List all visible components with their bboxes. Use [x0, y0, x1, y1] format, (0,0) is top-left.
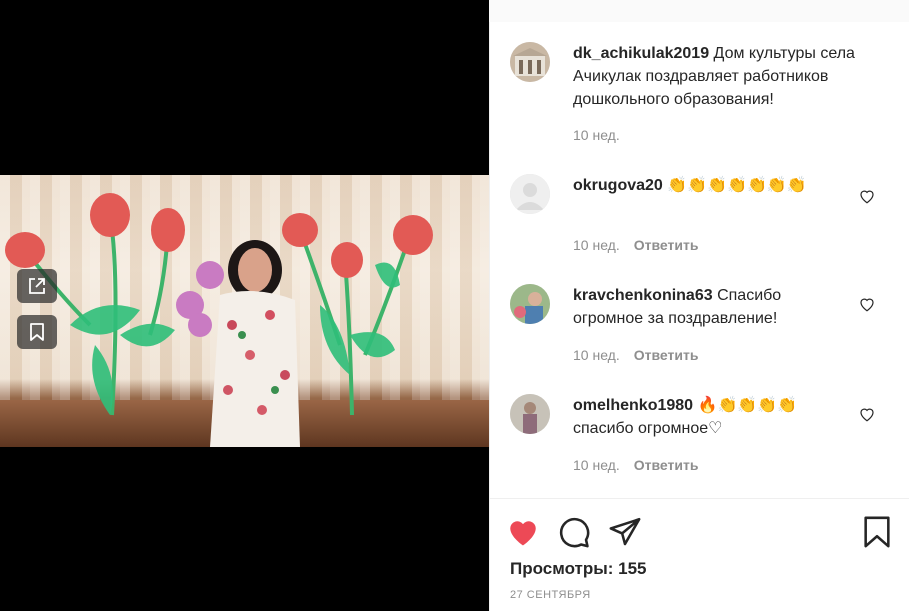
- comment-username[interactable]: omelhenko1980: [573, 397, 693, 414]
- comment-item: kravchenkonina63 Спасибо огромное за поз…: [510, 284, 890, 374]
- reply-button[interactable]: Ответить: [634, 457, 699, 473]
- bookmark-icon: [30, 323, 44, 341]
- user-avatar-image: [510, 394, 550, 434]
- post-author-link[interactable]: dk_achikulak2019: [573, 45, 709, 62]
- post-caption: dk_achikulak2019 Дом культуры села Ачику…: [510, 42, 890, 152]
- user-avatar-image: [510, 284, 550, 324]
- reply-button[interactable]: Ответить: [634, 347, 699, 363]
- comment-time: 10 нед.: [573, 457, 620, 473]
- video-frame[interactable]: [0, 175, 489, 447]
- default-avatar-icon: [510, 174, 550, 214]
- external-link-icon: [29, 278, 45, 294]
- comment-meta: 10 нед. Ответить: [573, 237, 698, 253]
- avatar[interactable]: [510, 394, 550, 434]
- post-date[interactable]: 27 СЕНТЯБРЯ: [510, 589, 591, 601]
- comment-text: 👏👏👏👏👏👏👏: [667, 177, 807, 194]
- share-icon[interactable]: [608, 515, 642, 549]
- post-actions: Просмотры: 155 27 СЕНТЯБРЯ: [490, 498, 909, 611]
- stage-flowers-illustration: [5, 193, 433, 447]
- caption-time: 10 нед.: [573, 127, 620, 143]
- author-avatar-image: [510, 42, 550, 82]
- like-comment-heart-icon[interactable]: [858, 187, 876, 205]
- comment-meta: 10 нед. Ответить: [573, 347, 698, 363]
- comment-username[interactable]: kravchenkonina63: [573, 287, 713, 304]
- avatar[interactable]: [510, 42, 550, 82]
- like-comment-heart-icon[interactable]: [858, 405, 876, 423]
- media-bookmark-button[interactable]: [17, 315, 57, 349]
- comment-item: omelhenko1980 🔥👏👏👏👏 спасибо огромное♡ 10…: [510, 394, 890, 484]
- heart-icon[interactable]: [506, 515, 540, 549]
- open-external-button[interactable]: [17, 269, 57, 303]
- save-icon[interactable]: [860, 515, 894, 549]
- comment-username[interactable]: okrugova20: [573, 177, 663, 194]
- comment-time: 10 нед.: [573, 347, 620, 363]
- avatar[interactable]: [510, 284, 550, 324]
- comment-time: 10 нед.: [573, 237, 620, 253]
- comment-icon[interactable]: [557, 515, 591, 549]
- reply-button[interactable]: Ответить: [634, 237, 699, 253]
- post-side-panel: dk_achikulak2019 Дом культуры села Ачику…: [489, 22, 909, 611]
- post-media[interactable]: [0, 0, 489, 611]
- avatar[interactable]: [510, 174, 550, 214]
- views-count[interactable]: Просмотры: 155: [510, 559, 647, 579]
- comments-list[interactable]: dk_achikulak2019 Дом культуры села Ачику…: [490, 22, 909, 498]
- comment-item: okrugova20 👏👏👏👏👏👏👏 10 нед. Ответить: [510, 174, 890, 264]
- comment-meta: 10 нед. Ответить: [573, 457, 698, 473]
- like-comment-heart-icon[interactable]: [858, 295, 876, 313]
